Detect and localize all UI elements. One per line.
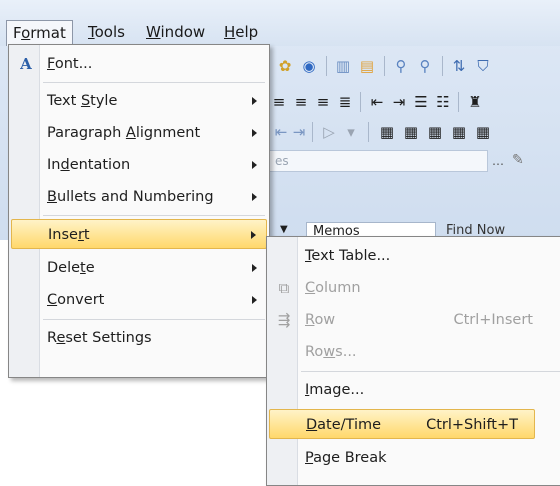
submenu-arrow-icon <box>252 129 257 137</box>
outdent-icon[interactable]: ⇥ <box>290 123 308 141</box>
ellipsis-icon[interactable]: … <box>492 154 504 168</box>
align-center-icon[interactable]: ≡ <box>292 93 310 111</box>
toolbar-row-2: ≡ ≡ ≡ ≣ ⇤ ⇥ ☰ ☷ ♜ <box>268 88 560 116</box>
submenu-arrow-icon <box>252 193 257 201</box>
filter-icon[interactable]: ⛉ <box>474 57 492 75</box>
insert-column-icon: ⧉ <box>278 279 290 297</box>
table-icon[interactable]: ▦ <box>378 123 396 141</box>
menu-item-delete[interactable]: Delete <box>11 253 267 283</box>
indent-icon[interactable]: ⇤ <box>272 123 290 141</box>
submenu-item-page-break[interactable]: Page Break <box>269 443 560 473</box>
table-grid-icon[interactable]: ▦ <box>402 123 420 141</box>
submenu-item-row[interactable]: ⇶ Row Ctrl+Insert <box>269 305 560 335</box>
menu-item-paragraph-alignment[interactable]: Paragraph Alignment <box>11 118 267 148</box>
submenu-item-text-table[interactable]: Text Table... <box>269 241 560 271</box>
decrease-indent-icon[interactable]: ⇤ <box>368 93 386 111</box>
insert-row-icon: ⇶ <box>277 311 291 329</box>
style-combo[interactable]: es <box>268 150 488 172</box>
align-right-icon[interactable]: ≡ <box>270 93 288 111</box>
insert-submenu: Text Table... ⧉ Column ⇶ Row Ctrl+Insert … <box>266 236 560 486</box>
menu-item-insert[interactable]: Insert <box>11 219 267 249</box>
increase-indent-icon[interactable]: ⇥ <box>390 93 408 111</box>
menu-item-indentation[interactable]: Indentation <box>11 150 267 180</box>
sort-icon[interactable]: ⇅ <box>450 57 468 75</box>
binoculars-icon[interactable]: ♜ <box>466 93 484 111</box>
submenu-item-column[interactable]: ⧉ Column <box>269 273 560 303</box>
justify-icon[interactable]: ≣ <box>336 93 354 111</box>
play-icon[interactable]: ▷ <box>320 123 338 141</box>
table-split-icon[interactable]: ▦ <box>474 123 492 141</box>
submenu-arrow-icon <box>251 231 256 239</box>
menu-item-bullets-numbering[interactable]: Bullets and Numbering <box>11 182 267 212</box>
align-left-icon[interactable]: ≡ <box>314 93 332 111</box>
panel-icon[interactable]: ▤ <box>358 57 376 75</box>
menu-item-font[interactable]: A Font... <box>11 49 267 79</box>
font-icon: A <box>20 55 32 73</box>
submenu-arrow-icon <box>252 296 257 304</box>
submenu-item-rows[interactable]: Rows... <box>269 337 560 367</box>
chevron-down-icon[interactable]: ▼ <box>280 224 288 235</box>
submenu-arrow-icon <box>252 264 257 272</box>
zoom-out-icon[interactable]: ⚲ <box>416 57 434 75</box>
numbering-icon[interactable]: ☷ <box>434 93 452 111</box>
zoom-in-icon[interactable]: ⚲ <box>392 57 410 75</box>
menu-item-text-style[interactable]: Text Style <box>11 86 267 116</box>
menu-item-reset-settings[interactable]: Reset Settings <box>11 323 267 353</box>
globe-icon[interactable]: ◉ <box>300 57 318 75</box>
dropdown-icon[interactable]: ▾ <box>342 123 360 141</box>
layout-icon[interactable]: ▥ <box>334 57 352 75</box>
table-merge-icon[interactable]: ▦ <box>450 123 468 141</box>
toolbar-row-1: ✿ ◉ ▥ ▤ ⚲ ⚲ ⇅ ⛉ <box>268 52 560 80</box>
submenu-item-image[interactable]: Image... <box>269 375 560 405</box>
toolbar-row-3: ⇤ ⇥ ▷ ▾ ▦ ▦ ▦ ▦ ▦ <box>268 118 560 146</box>
menu-bar: Format Tools Window Help <box>0 0 560 46</box>
menu-tools[interactable]: Tools <box>82 20 131 44</box>
format-menu: A Font... Text Style Paragraph Alignment… <box>8 44 270 378</box>
submenu-arrow-icon <box>252 97 257 105</box>
menu-item-convert[interactable]: Convert <box>11 285 267 315</box>
menu-window[interactable]: Window <box>140 20 211 44</box>
table-cells-icon[interactable]: ▦ <box>426 123 444 141</box>
submenu-item-date-time[interactable]: Date/Time Ctrl+Shift+T <box>269 409 535 439</box>
bullets-icon[interactable]: ☰ <box>412 93 430 111</box>
palette-icon[interactable]: ✿ <box>276 57 294 75</box>
submenu-arrow-icon <box>252 161 257 169</box>
menu-help[interactable]: Help <box>218 20 264 44</box>
brush-icon[interactable]: ✎ <box>512 152 524 168</box>
menu-format[interactable]: Format <box>6 20 73 46</box>
